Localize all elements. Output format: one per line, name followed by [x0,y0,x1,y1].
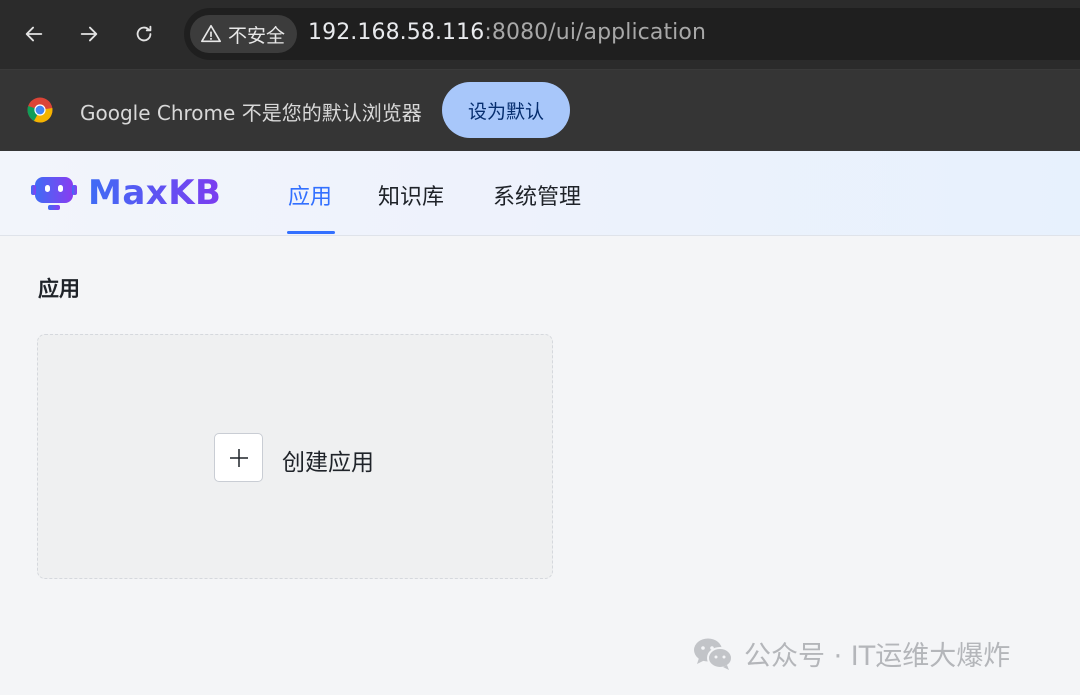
infobar-message: Google Chrome 不是您的默认浏览器 [80,101,422,125]
create-application-card[interactable]: 创建应用 [37,334,553,579]
arrow-right-icon [80,26,98,42]
address-bar[interactable]: 不安全 192.168.58.116:8080/ui/application [184,8,1080,60]
tab-system-management[interactable]: 系统管理 [493,179,581,211]
url-path: :8080/ui/application [484,20,706,45]
reload-icon [136,25,152,42]
app-header: MaxKB 应用 知识库 系统管理 [0,151,1080,236]
create-application-label: 创建应用 [282,450,374,476]
logo-text: MaxKB [88,173,222,213]
active-tab-indicator [287,231,335,234]
back-button[interactable] [17,17,51,51]
robot-logo-icon [31,177,77,210]
browser-toolbar: 不安全 192.168.58.116:8080/ui/application [0,0,1080,70]
plus-icon [229,448,248,467]
tab-knowledge-base[interactable]: 知识库 [378,179,444,211]
wechat-icon [694,638,733,670]
watermark-text: 公众号 · IT运维大爆炸 [744,641,1011,672]
url-text[interactable]: 192.168.58.116:8080/ui/application [308,20,706,45]
forward-button[interactable] [72,17,106,51]
page-title: 应用 [38,277,80,301]
warning-triangle-icon [201,24,221,43]
security-label: 不安全 [228,24,286,47]
chrome-logo-icon [27,97,53,123]
add-button[interactable] [214,433,263,482]
security-indicator[interactable]: 不安全 [190,15,298,53]
url-host: 192.168.58.116 [308,20,485,45]
tab-applications[interactable]: 应用 [288,179,332,211]
reload-button[interactable] [127,17,161,51]
set-default-button[interactable]: 设为默认 [442,82,570,138]
watermark: 公众号 · IT运维大爆炸 [692,634,1010,673]
app-logo[interactable]: MaxKB [30,173,221,213]
default-browser-infobar: Google Chrome 不是您的默认浏览器 设为默认 [0,70,1080,151]
arrow-left-icon [25,26,43,42]
